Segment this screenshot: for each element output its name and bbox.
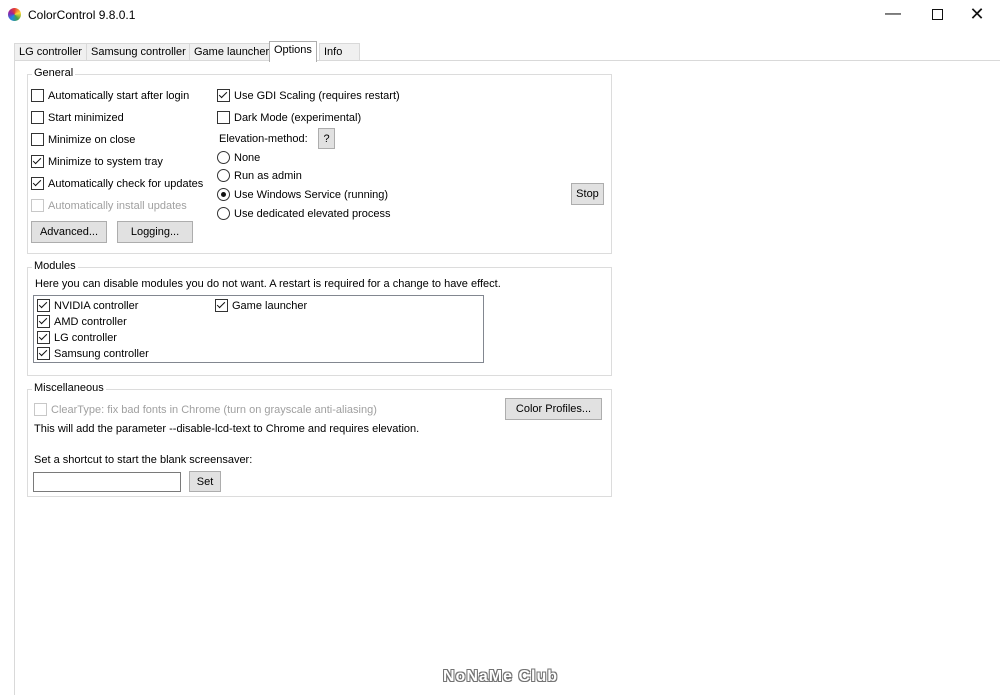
options-tab-page: General Automatically start after login … [14, 60, 1000, 695]
elevation-dedicated-process-radio[interactable]: Use dedicated elevated process [217, 207, 391, 221]
elevation-method-label: Elevation-method: [219, 133, 308, 145]
app-window: ColorControl 9.8.0.1 — ✕ LG controller S… [0, 0, 1000, 695]
elevation-dedicated-process-label: Use dedicated elevated process [234, 208, 391, 220]
elevation-none-label: None [234, 152, 261, 164]
tab-info[interactable]: Info [319, 43, 360, 61]
minimize-to-tray-box[interactable] [31, 155, 44, 168]
elevation-help-button[interactable]: ? [318, 128, 335, 149]
module-nvidia-label: NVIDIA controller [54, 300, 139, 312]
elevation-run-as-admin-label: Run as admin [234, 170, 302, 182]
auto-start-label: Automatically start after login [48, 90, 190, 102]
color-profiles-button[interactable]: Color Profiles... [505, 398, 602, 420]
logging-button[interactable]: Logging... [117, 221, 193, 243]
dark-mode-label: Dark Mode (experimental) [234, 112, 362, 124]
general-group-title: General [32, 67, 76, 79]
auto-check-updates-label: Automatically check for updates [48, 178, 204, 190]
start-minimized-label: Start minimized [48, 112, 124, 124]
window-title: ColorControl 9.8.0.1 [28, 8, 136, 22]
cleartype-box [34, 403, 47, 416]
maximize-icon [931, 9, 943, 20]
tab-options[interactable]: Options [269, 41, 317, 62]
module-amd-checkbox[interactable]: AMD controller [37, 315, 127, 329]
module-lg-checkbox[interactable]: LG controller [37, 331, 117, 345]
auto-check-updates-checkbox[interactable]: Automatically check for updates [31, 177, 203, 191]
elevation-run-as-admin-dot[interactable] [217, 169, 230, 182]
module-lg-label: LG controller [54, 332, 117, 344]
start-minimized-box[interactable] [31, 111, 44, 124]
miscellaneous-group: Miscellaneous ClearType: fix bad fonts i… [27, 382, 612, 497]
module-game-launcher-label: Game launcher [232, 300, 308, 312]
elevation-none-radio[interactable]: None [217, 151, 260, 165]
gdi-scaling-box[interactable] [217, 89, 230, 102]
auto-start-box[interactable] [31, 89, 44, 102]
dark-mode-box[interactable] [217, 111, 230, 124]
elevation-windows-service-radio[interactable]: Use Windows Service (running) [217, 188, 388, 202]
minimize-on-close-box[interactable] [31, 133, 44, 146]
stop-service-button[interactable]: Stop [571, 183, 604, 205]
module-amd-box[interactable] [37, 315, 50, 328]
tab-samsung-controller[interactable]: Samsung controller [86, 43, 191, 61]
watermark-text: NoNaMe Club [443, 668, 558, 685]
auto-install-updates-checkbox: Automatically install updates [31, 199, 187, 213]
auto-start-checkbox[interactable]: Automatically start after login [31, 89, 189, 103]
modules-group: Modules Here you can disable modules you… [27, 260, 612, 376]
module-lg-box[interactable] [37, 331, 50, 344]
advanced-button[interactable]: Advanced... [31, 221, 107, 243]
auto-install-updates-label: Automatically install updates [48, 200, 187, 212]
modules-group-title: Modules [32, 260, 78, 272]
tab-game-launcher[interactable]: Game launcher [189, 43, 275, 61]
module-samsung-box[interactable] [37, 347, 50, 360]
general-group: General Automatically start after login … [27, 67, 612, 254]
close-button[interactable]: ✕ [954, 0, 1000, 30]
start-minimized-checkbox[interactable]: Start minimized [31, 111, 124, 125]
chrome-parameter-note: This will add the parameter --disable-lc… [34, 423, 420, 435]
gdi-scaling-checkbox[interactable]: Use GDI Scaling (requires restart) [217, 89, 400, 103]
module-nvidia-box[interactable] [37, 299, 50, 312]
module-nvidia-checkbox[interactable]: NVIDIA controller [37, 299, 138, 313]
dark-mode-checkbox[interactable]: Dark Mode (experimental) [217, 111, 361, 125]
cleartype-checkbox: ClearType: fix bad fonts in Chrome (turn… [34, 403, 377, 417]
shortcut-label: Set a shortcut to start the blank screen… [34, 454, 253, 466]
gdi-scaling-label: Use GDI Scaling (requires restart) [234, 90, 400, 102]
auto-install-updates-box [31, 199, 44, 212]
tab-lg-controller[interactable]: LG controller [14, 43, 87, 61]
set-shortcut-button[interactable]: Set [189, 471, 221, 492]
module-samsung-checkbox[interactable]: Samsung controller [37, 347, 149, 361]
shortcut-input[interactable] [33, 472, 181, 492]
minimize-on-close-label: Minimize on close [48, 134, 136, 146]
elevation-run-as-admin-radio[interactable]: Run as admin [217, 169, 302, 183]
minimize-to-tray-label: Minimize to system tray [48, 156, 163, 168]
elevation-windows-service-dot[interactable] [217, 188, 230, 201]
cleartype-label: ClearType: fix bad fonts in Chrome (turn… [51, 404, 377, 416]
color-wheel-icon [8, 8, 21, 21]
minimize-on-close-checkbox[interactable]: Minimize on close [31, 133, 135, 147]
auto-check-updates-box[interactable] [31, 177, 44, 190]
elevation-windows-service-label: Use Windows Service (running) [234, 189, 389, 201]
title-bar: ColorControl 9.8.0.1 — ✕ [0, 0, 1000, 30]
elevation-none-dot[interactable] [217, 151, 230, 164]
miscellaneous-group-title: Miscellaneous [32, 382, 106, 394]
elevation-dedicated-process-dot[interactable] [217, 207, 230, 220]
module-game-launcher-box[interactable] [215, 299, 228, 312]
minimize-button[interactable]: — [870, 0, 916, 30]
module-samsung-label: Samsung controller [54, 348, 149, 360]
modules-description: Here you can disable modules you do not … [35, 278, 501, 290]
module-amd-label: AMD controller [54, 316, 127, 328]
modules-list[interactable]: NVIDIA controller AMD controller LG cont… [33, 295, 484, 363]
minimize-to-tray-checkbox[interactable]: Minimize to system tray [31, 155, 163, 169]
module-game-launcher-checkbox[interactable]: Game launcher [215, 299, 307, 313]
